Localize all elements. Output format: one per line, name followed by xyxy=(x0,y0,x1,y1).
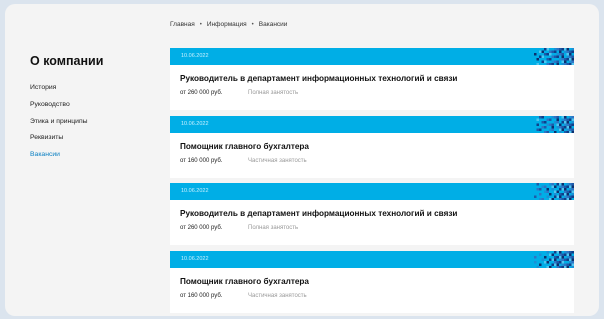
pixel-mosaic-icon xyxy=(534,183,574,200)
pixel-mosaic-icon xyxy=(534,250,574,268)
vacancy-title[interactable]: Руководитель в департамент информационны… xyxy=(180,74,574,90)
vacancy-date: 10.06.2022 xyxy=(181,53,209,59)
breadcrumb-info[interactable]: Информация xyxy=(207,21,247,28)
vacancy-card[interactable]: 10.06.2022 Руководитель в департамент ин… xyxy=(170,48,574,110)
vacancy-card-header: 10.06.2022 xyxy=(170,250,574,268)
vacancy-title[interactable]: Помощник главного бухгалтера xyxy=(180,142,574,158)
vacancy-salary: от 160 000 руб. xyxy=(180,157,223,164)
sidebar-menu: История Руководство Этика и принципы Рек… xyxy=(30,83,160,167)
vacancy-title[interactable]: Руководитель в департамент информационны… xyxy=(180,209,574,225)
vacancy-employment: Полная занятость xyxy=(248,225,299,231)
vacancy-salary: от 260 000 руб. xyxy=(180,90,223,96)
vacancy-date: 10.06.2022 xyxy=(181,255,209,262)
breadcrumb-separator: • xyxy=(251,21,254,28)
sidebar-title: О компании xyxy=(30,54,104,68)
sidebar-item-history[interactable]: История xyxy=(30,83,160,100)
breadcrumb: Главная • Информация • Вакансии xyxy=(170,21,287,28)
vacancy-card-header: 10.06.2022 xyxy=(170,183,574,200)
vacancy-employment: Полная занятость xyxy=(248,90,299,96)
sidebar: О компании История Руководство Этика и п… xyxy=(30,54,160,167)
vacancy-salary: от 260 000 руб. xyxy=(180,225,223,231)
vacancy-card-header: 10.06.2022 xyxy=(170,115,574,133)
vacancy-list: 10.06.2022 Руководитель в департамент ин… xyxy=(170,48,574,316)
vacancy-card-header: 10.06.2022 xyxy=(170,48,574,65)
vacancy-date: 10.06.2022 xyxy=(181,120,209,127)
pixel-mosaic-icon xyxy=(536,115,574,133)
page-frame: Главная • Информация • Вакансии О компан… xyxy=(5,4,599,316)
breadcrumb-separator: • xyxy=(199,21,202,28)
vacancy-card[interactable]: 10.06.2022 Помощник главного бухгалтера … xyxy=(170,250,574,313)
vacancy-salary: от 160 000 руб. xyxy=(180,292,223,299)
vacancy-date: 10.06.2022 xyxy=(181,188,209,194)
pixel-mosaic-icon xyxy=(534,48,574,65)
breadcrumb-current: Вакансии xyxy=(258,21,288,28)
vacancy-card[interactable]: 10.06.2022 Руководитель в департамент ин… xyxy=(170,183,574,245)
sidebar-item-management[interactable]: Руководство xyxy=(30,100,160,117)
sidebar-item-ethics[interactable]: Этика и принципы xyxy=(30,117,160,134)
vacancy-employment: Частичная занятость xyxy=(248,157,307,164)
sidebar-item-vacancies[interactable]: Вакансии xyxy=(30,150,160,167)
vacancy-title[interactable]: Помощник главного бухгалтера xyxy=(180,277,574,293)
vacancy-employment: Частичная занятость xyxy=(248,292,307,299)
breadcrumb-home[interactable]: Главная xyxy=(170,21,195,28)
sidebar-item-requisites[interactable]: Реквизиты xyxy=(30,133,160,150)
vacancy-card[interactable]: 10.06.2022 Помощник главного бухгалтера … xyxy=(170,115,574,178)
